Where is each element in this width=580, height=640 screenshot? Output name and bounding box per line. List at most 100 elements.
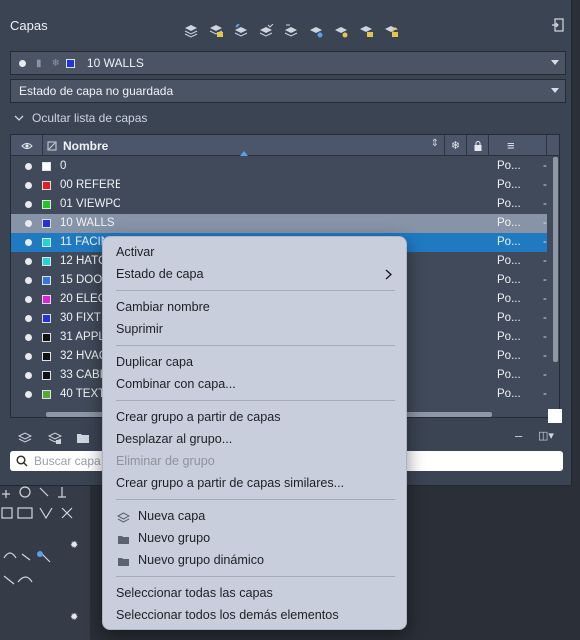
layer-color-swatch[interactable] [42, 276, 51, 285]
visibility-icon[interactable] [25, 353, 32, 360]
plot-column-header[interactable]: ≡ [489, 135, 547, 156]
menu-item-nuevo-grupo-dinámico[interactable]: Nuevo grupo dinámico [138, 553, 264, 567]
freeze-small-icon: ❄ [51, 57, 60, 69]
layer-row[interactable]: 01 VIEWPORTS Po... - [11, 195, 547, 214]
layer-color-swatch[interactable] [42, 390, 51, 399]
menu-item-activar[interactable]: Activar [116, 245, 155, 259]
vertical-scrollbar[interactable] [553, 157, 558, 362]
isolate-layer-icon[interactable] [307, 22, 325, 40]
previous-layer-icon[interactable] [282, 22, 300, 40]
menu-item-suprimir[interactable]: Suprimir [116, 322, 163, 336]
layer-color-swatch[interactable] [42, 238, 51, 247]
folder-icon [117, 534, 130, 546]
layer-row[interactable]: 10 WALLS Po... - [11, 214, 547, 233]
match-layer-icon[interactable] [257, 22, 275, 40]
visibility-icon[interactable] [25, 334, 32, 341]
layer-row[interactable]: 00 REFERENCE Po... - [11, 176, 547, 195]
plot-style[interactable]: Po... [497, 369, 521, 381]
menu-item-nuevo-grupo[interactable]: Nuevo grupo [138, 531, 210, 545]
layer-color-swatch[interactable] [42, 314, 51, 323]
visibility-icon[interactable] [25, 315, 32, 322]
columns-menu-icon[interactable]: ◫▾ [538, 429, 554, 442]
collapse-icon[interactable]: – [515, 428, 522, 443]
plot-style[interactable]: Po... [497, 160, 521, 172]
row-trailing-value: - [543, 293, 547, 305]
plot-style[interactable]: Po... [497, 255, 521, 267]
visibility-icon[interactable] [25, 163, 32, 170]
freeze-layer-icon[interactable] [332, 22, 350, 40]
plot-style[interactable]: Po... [497, 331, 521, 343]
layer-color-swatch[interactable] [42, 162, 51, 171]
new-layer-vp-frozen-icon[interactable] [207, 22, 225, 40]
menu-item-crear-grupo-a-partir-de-capas-similares[interactable]: Crear grupo a partir de capas similares.… [116, 476, 344, 490]
chevron-down-icon [551, 60, 559, 65]
layer-color-swatch[interactable] [42, 352, 51, 361]
dock-panel-icon[interactable] [552, 18, 564, 32]
menu-item-seleccionar-todas-las-capas[interactable]: Seleccionar todas las capas [116, 586, 273, 600]
row-trailing-value: - [543, 255, 547, 267]
menu-item-desplazar-al-grupo[interactable]: Desplazar al grupo... [116, 432, 232, 446]
visibility-icon[interactable] [25, 258, 32, 265]
menu-separator [116, 400, 395, 401]
visibility-icon [19, 59, 26, 67]
layer-name: 00 REFERENCE [60, 179, 120, 191]
visibility-icon[interactable] [25, 277, 32, 284]
layer-color-swatch[interactable] [42, 371, 51, 380]
menu-item-cambiar-nombre[interactable]: Cambiar nombre [116, 300, 210, 314]
layer-color-swatch[interactable] [42, 295, 51, 304]
row-trailing-value: - [543, 274, 547, 286]
menu-item-seleccionar-todos-los-demás-elementos[interactable]: Seleccionar todos los demás elementos [116, 608, 339, 622]
layer-row[interactable]: 0 Po... - [11, 157, 547, 176]
menu-lines-icon: ≡ [507, 138, 515, 153]
lock-layer-icon[interactable] [357, 22, 375, 40]
plot-style[interactable]: Po... [497, 293, 521, 305]
menu-item-estado-de-capa[interactable]: Estado de capa [116, 267, 204, 281]
menu-item-combinar-con-capa[interactable]: Combinar con capa... [116, 377, 236, 391]
layer-color-swatch[interactable] [42, 181, 51, 190]
menu-item-duplicar-capa[interactable]: Duplicar capa [116, 355, 193, 369]
plot-style[interactable]: Po... [497, 274, 521, 286]
layer-name: 0 [60, 160, 67, 172]
row-trailing-value: - [543, 236, 547, 248]
visibility-column[interactable] [11, 135, 43, 156]
visibility-icon[interactable] [25, 296, 32, 303]
freeze-column-header[interactable]: ❄ [445, 135, 467, 156]
layer-state-dropdown[interactable]: Estado de capa no guardada [10, 79, 566, 103]
menu-item-crear-grupo-a-partir-de-capas[interactable]: Crear grupo a partir de capas [116, 410, 281, 424]
plot-style[interactable]: Po... [497, 388, 521, 400]
plot-style[interactable]: Po... [497, 217, 521, 229]
menu-separator [116, 576, 395, 577]
layer-list-header: Nombre ⇕ ❄ ≡ [11, 135, 559, 156]
current-layer-dropdown[interactable]: ▮ ❄ 10 WALLS [10, 51, 566, 75]
visibility-icon[interactable] [25, 201, 32, 208]
tool-palette-icons[interactable]: ✹ ✹ [0, 486, 90, 640]
new-layer-frozen-bottom-icon[interactable] [48, 431, 62, 445]
new-layer-icon[interactable] [182, 22, 200, 40]
lock-column-header[interactable] [467, 135, 489, 156]
snowflake-icon: ❄ [450, 140, 461, 152]
dynamic-folder-icon [117, 556, 130, 568]
eye-icon [20, 142, 33, 149]
layer-color-swatch[interactable] [42, 257, 51, 266]
layer-color-swatch[interactable] [42, 200, 51, 209]
visibility-icon[interactable] [25, 182, 32, 189]
layer-color-swatch[interactable] [42, 333, 51, 342]
visibility-icon[interactable] [25, 220, 32, 227]
set-current-icon[interactable] [232, 22, 250, 40]
hide-layer-list-toggle[interactable]: Ocultar lista de capas [14, 111, 147, 125]
layer-toolbar [182, 22, 400, 40]
sort-icon: ⇕ [430, 138, 439, 149]
plot-style[interactable]: Po... [497, 350, 521, 362]
plot-style[interactable]: Po... [497, 179, 521, 191]
plot-style[interactable]: Po... [497, 198, 521, 210]
visibility-icon[interactable] [25, 372, 32, 379]
visibility-icon[interactable] [25, 239, 32, 246]
new-layer-bottom-icon[interactable] [18, 431, 32, 445]
unlock-layer-icon[interactable] [382, 22, 400, 40]
plot-style[interactable]: Po... [497, 312, 521, 324]
plot-style[interactable]: Po... [497, 236, 521, 248]
folder-icon[interactable] [76, 432, 90, 444]
layer-color-swatch[interactable] [42, 219, 51, 228]
menu-item-nueva-capa[interactable]: Nueva capa [138, 509, 205, 523]
visibility-icon[interactable] [25, 391, 32, 398]
